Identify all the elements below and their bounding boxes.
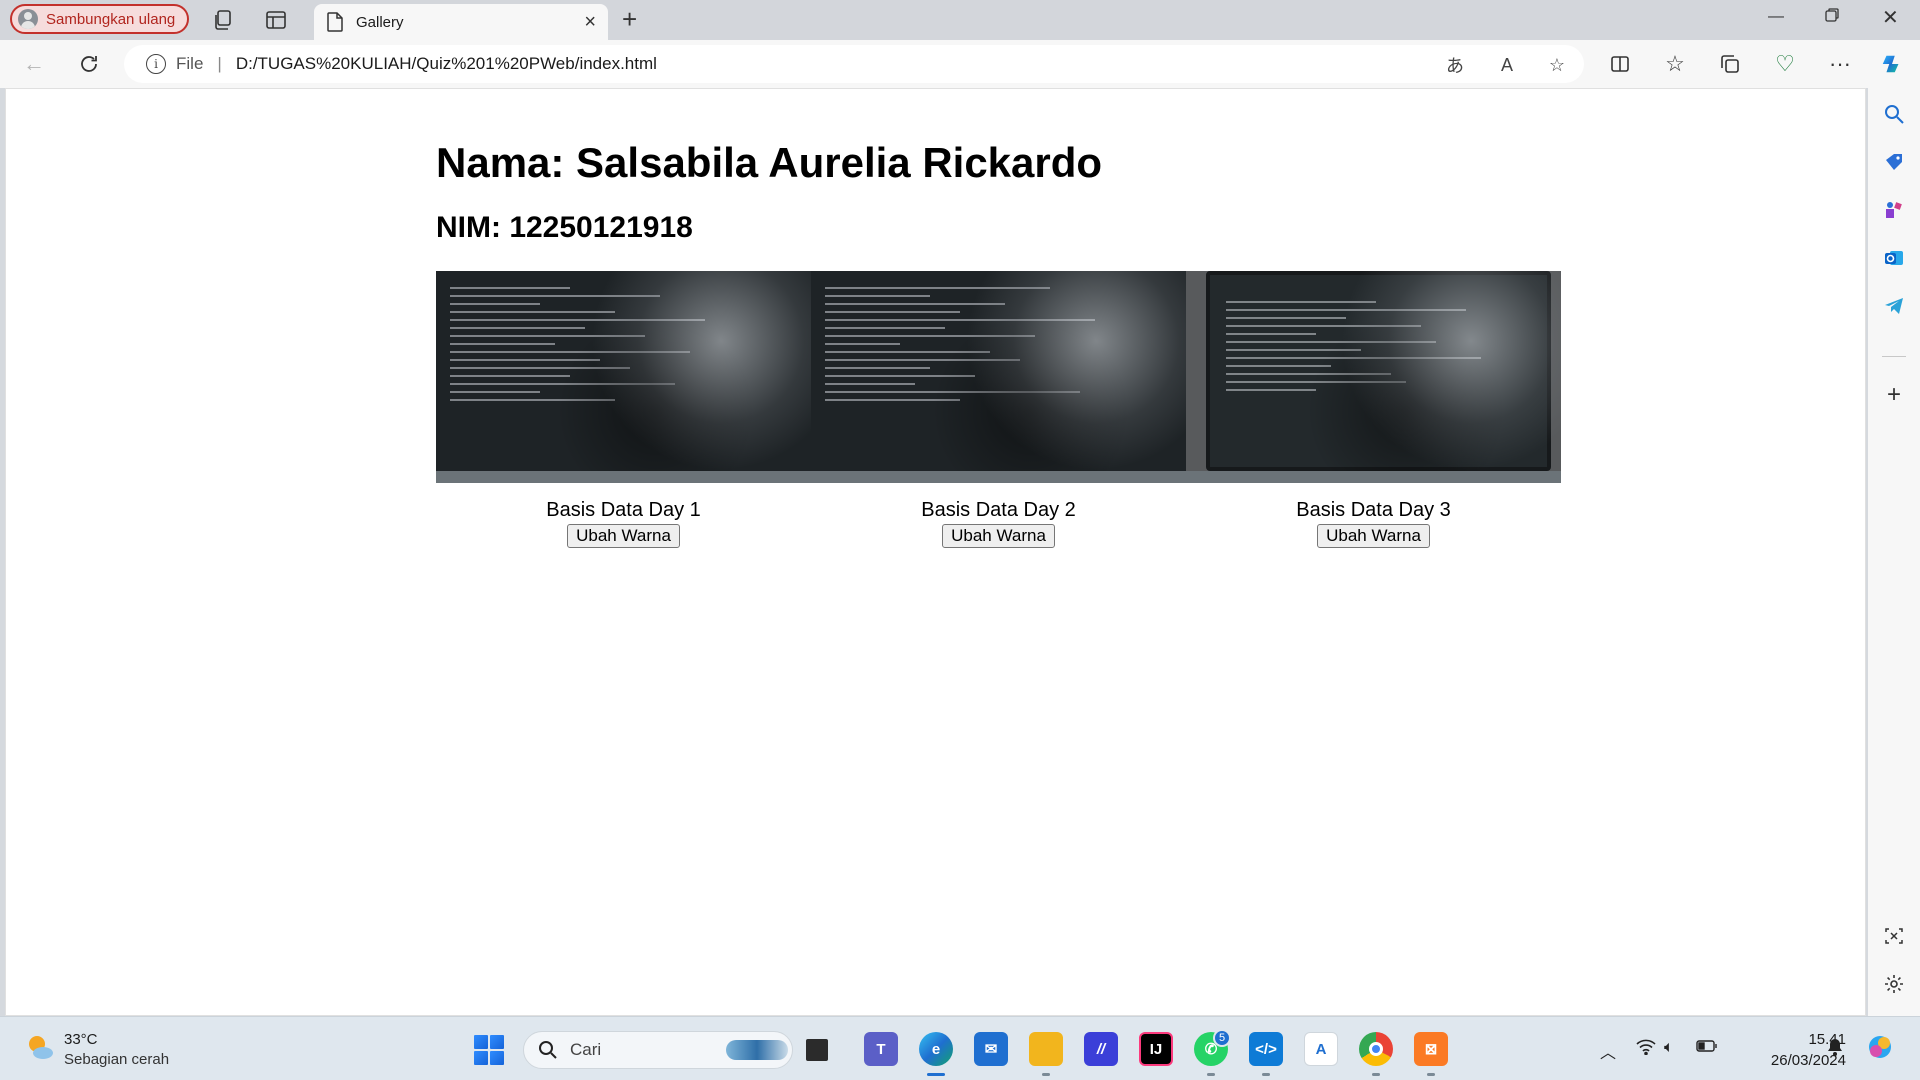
- browser-tab-strip: Sambungkan ulang Gallery × + — ✕: [0, 0, 1920, 40]
- outlook-icon[interactable]: [1882, 246, 1906, 270]
- gallery-photo: [811, 271, 1186, 483]
- change-color-button[interactable]: Ubah Warna: [567, 524, 680, 548]
- gallery-caption: Basis Data Day 1: [546, 499, 701, 521]
- xampp-icon[interactable]: ⊠: [1414, 1032, 1448, 1066]
- whatsapp-running-indicator: [1207, 1073, 1215, 1076]
- search-icon[interactable]: [1882, 102, 1906, 126]
- page-icon: [327, 12, 343, 32]
- copilot-icon[interactable]: [1880, 52, 1904, 76]
- site-info-icon[interactable]: i: [146, 54, 166, 74]
- gallery-caption: Basis Data Day 2: [921, 499, 1076, 521]
- settings-icon[interactable]: [1882, 972, 1906, 996]
- browser-toolbar: ← i File | D:/TUGAS%20KULIAH/Quiz%201%20…: [0, 40, 1920, 88]
- battery-icon[interactable]: [1696, 1039, 1718, 1058]
- student-nim-heading: NIM: 12250121918: [436, 211, 693, 244]
- page-viewport: Nama: Salsabila Aurelia Rickardo NIM: 12…: [5, 88, 1866, 1016]
- gallery-caption: Basis Data Day 3: [1296, 499, 1451, 521]
- tab-close-icon[interactable]: ×: [584, 11, 596, 34]
- windows-taskbar: 33°C Sebagian cerah Cari T e ✉ // IJ ✆ 5…: [0, 1016, 1920, 1080]
- gallery-item: Basis Data Day 1 Ubah Warna: [436, 271, 811, 548]
- address-separator: |: [217, 54, 222, 73]
- gallery-row: Basis Data Day 1 Ubah Warna Basis Data D…: [436, 271, 1561, 548]
- edge-sidebar: +: [1868, 88, 1920, 1016]
- notification-bell-icon[interactable]: [1826, 1037, 1844, 1062]
- read-aloud-icon[interactable]: あ: [1444, 54, 1466, 76]
- add-icon[interactable]: +: [1882, 381, 1906, 408]
- shopping-icon[interactable]: [1882, 150, 1906, 174]
- mail-icon[interactable]: ✉: [974, 1032, 1008, 1066]
- taskbar-search[interactable]: Cari: [523, 1031, 793, 1069]
- screenshot-icon[interactable]: [1882, 924, 1906, 948]
- student-name-heading: Nama: Salsabila Aurelia Rickardo: [436, 139, 1103, 186]
- address-url[interactable]: D:/TUGAS%20KULIAH/Quiz%201%20PWeb/index.…: [236, 54, 657, 74]
- workspaces-icon[interactable]: [212, 8, 236, 32]
- profile-label: Sambungkan ulang: [46, 10, 176, 28]
- favorite-star-icon[interactable]: ☆: [1546, 54, 1568, 76]
- explorer-running-indicator: [1042, 1073, 1050, 1076]
- close-window-icon[interactable]: ✕: [1882, 5, 1899, 30]
- favorites-icon[interactable]: ☆: [1663, 51, 1687, 76]
- profile-button[interactable]: Sambungkan ulang: [10, 4, 190, 34]
- gallery-item: Basis Data Day 2 Ubah Warna: [811, 271, 1186, 548]
- new-tab-icon[interactable]: +: [622, 6, 637, 32]
- vertical-tabs-icon[interactable]: [264, 8, 288, 32]
- edge-running-indicator: [927, 1073, 945, 1076]
- change-color-button[interactable]: Ubah Warna: [942, 524, 1055, 548]
- tab-gallery[interactable]: Gallery ×: [314, 4, 608, 40]
- address-bar[interactable]: i File | D:/TUGAS%20KULIAH/Quiz%201%20PW…: [124, 45, 1584, 83]
- gallery-photo: [436, 271, 811, 483]
- more-icon[interactable]: ···: [1828, 51, 1852, 76]
- chrome-running-indicator: [1372, 1073, 1380, 1076]
- translate-icon[interactable]: A: [1304, 1032, 1338, 1066]
- file-explorer-icon[interactable]: [1029, 1032, 1063, 1066]
- vscode-running-indicator: [1262, 1073, 1270, 1076]
- start-icon[interactable]: [474, 1035, 504, 1065]
- telegram-icon[interactable]: [1882, 294, 1906, 318]
- intellij-icon[interactable]: IJ: [1139, 1032, 1173, 1066]
- split-screen-icon[interactable]: [1608, 52, 1632, 76]
- weather-temperature[interactable]: 33°C: [64, 1031, 98, 1048]
- vscode-icon[interactable]: </>: [1249, 1032, 1283, 1066]
- browser-essentials-icon[interactable]: ♡: [1773, 51, 1797, 76]
- task-view-icon[interactable]: [806, 1039, 828, 1061]
- search-placeholder: Cari: [570, 1040, 602, 1059]
- whatsapp-badge: 5: [1213, 1029, 1231, 1047]
- refresh-icon[interactable]: [77, 52, 101, 76]
- profile-avatar-icon: [18, 9, 38, 29]
- gallery-photo: [1186, 271, 1561, 483]
- xampp-running-indicator: [1427, 1073, 1435, 1076]
- wifi-icon[interactable]: [1636, 1039, 1656, 1060]
- change-color-button[interactable]: Ubah Warna: [1317, 524, 1430, 548]
- teams-icon[interactable]: T: [864, 1032, 898, 1066]
- restore-icon[interactable]: [1825, 8, 1839, 27]
- sidebar-separator: [1882, 356, 1906, 357]
- back-icon[interactable]: ←: [22, 51, 46, 76]
- collections-icon[interactable]: [1718, 52, 1742, 76]
- weather-sun-icon[interactable]: [24, 1031, 56, 1063]
- file-scheme-label: File: [176, 54, 204, 73]
- volume-icon[interactable]: 🔈︎: [1664, 1039, 1674, 1057]
- show-hidden-icons-icon[interactable]: ︿: [1600, 1039, 1616, 1063]
- weather-description[interactable]: Sebagian cerah: [64, 1051, 169, 1068]
- minimize-icon[interactable]: —: [1768, 8, 1784, 26]
- search-icon: [539, 1041, 557, 1059]
- chrome-icon[interactable]: [1359, 1032, 1393, 1066]
- text-size-icon[interactable]: A: [1496, 54, 1518, 76]
- vs-icon[interactable]: //: [1084, 1032, 1118, 1066]
- tab-title: Gallery: [356, 13, 404, 31]
- copilot-preview-icon[interactable]: [1866, 1033, 1894, 1066]
- search-highlight-icon: [726, 1040, 788, 1060]
- tools-icon[interactable]: [1882, 198, 1906, 222]
- edge-icon[interactable]: e: [919, 1032, 953, 1066]
- gallery-item: Basis Data Day 3 Ubah Warna: [1186, 271, 1561, 548]
